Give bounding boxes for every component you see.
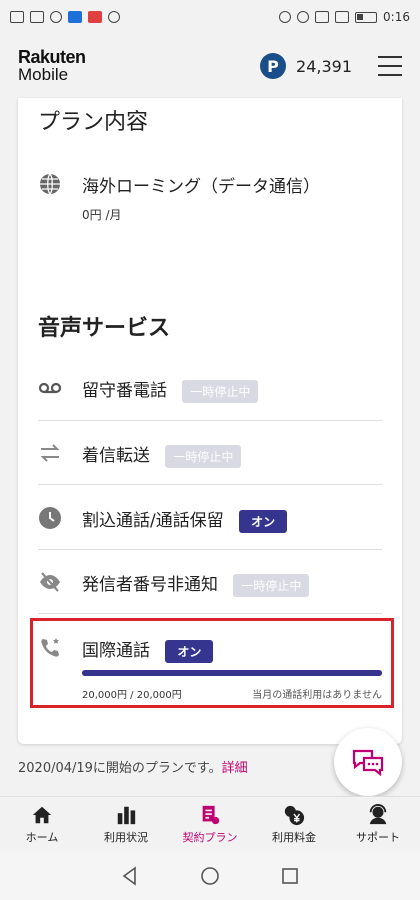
status-badge: 一時停止中: [233, 573, 310, 597]
divider: [38, 484, 382, 485]
usage-progress-fill: [82, 670, 382, 676]
plan-start-note: 2020/04/19に開始のプランです。詳細: [18, 761, 248, 776]
nav-contract-plan[interactable]: 契約プラン: [168, 797, 252, 852]
usage-progress-bar: [82, 670, 382, 676]
globe-icon: [40, 173, 60, 195]
hd-icon: [10, 11, 24, 23]
nav-charges[interactable]: 利用料金: [252, 797, 336, 852]
alarm-icon: [297, 11, 310, 23]
swap-arrows-icon: [40, 444, 60, 462]
status-bar: 0:16: [0, 0, 420, 34]
recents-icon[interactable]: [280, 866, 300, 886]
call-forwarding-label: 着信転送: [82, 446, 150, 466]
call-waiting-label: 割込通話/通話保留: [82, 511, 224, 531]
location-icon: [108, 11, 120, 23]
divider: [38, 420, 382, 421]
signal-icon: [30, 11, 44, 23]
usage-note: 当月の通話利用はありません: [252, 690, 382, 701]
nav-home[interactable]: ホーム: [0, 797, 84, 852]
wifi-icon: [50, 11, 62, 23]
eye-icon: [279, 11, 292, 23]
back-icon[interactable]: [120, 866, 140, 886]
eye-off-icon: [40, 572, 60, 592]
details-link[interactable]: 詳細: [222, 761, 248, 776]
chat-icon: [352, 749, 384, 777]
bottom-navigation: ホーム 利用状況 契約プラン 利用料金 サポート: [0, 796, 420, 852]
caller-id-label: 発信者番号非通知: [82, 575, 218, 595]
battery-icon: [355, 11, 378, 23]
system-navigation: [0, 852, 420, 900]
status-left-icons: [10, 11, 120, 23]
nav-support[interactable]: サポート: [336, 797, 420, 852]
rakuten-mobile-logo[interactable]: Rakuten Mobile: [18, 48, 86, 84]
usage-amount: 20,000円 / 20,000円: [82, 690, 182, 701]
roaming-price: 0円 /月: [82, 208, 122, 222]
huawei-icon: [88, 11, 102, 23]
clock-icon: [39, 507, 61, 529]
vibrate-icon: [335, 11, 350, 23]
voicemail-icon: [38, 382, 62, 394]
chat-button[interactable]: [334, 728, 402, 796]
home-icon: [32, 806, 52, 824]
voicemail-label: 留守番電話: [82, 381, 167, 401]
divider: [38, 613, 382, 614]
voice-section-title: 音声サービス: [38, 316, 171, 341]
bar-chart-icon: [117, 806, 136, 825]
international-call-label: 国際通話: [82, 641, 150, 661]
shield-icon: [68, 11, 82, 23]
points-icon: P: [260, 53, 287, 79]
hamburger-menu-button[interactable]: [378, 56, 402, 76]
bluetooth-icon: [315, 11, 330, 23]
nav-usage[interactable]: 利用状況: [84, 797, 168, 852]
status-badge: 一時停止中: [182, 379, 259, 403]
yen-icon: [284, 805, 305, 826]
roaming-label: 海外ローミング（データ通信）: [82, 177, 320, 197]
contract-icon: [202, 805, 220, 825]
status-badge: オン: [239, 509, 288, 533]
points-value: 24,391: [296, 56, 352, 76]
app-header: Rakuten Mobile P 24,391: [0, 34, 420, 98]
status-right-icons: 0:16: [279, 10, 410, 24]
points-display[interactable]: P 24,391: [260, 53, 352, 79]
plan-card: プラン内容 海外ローミング（データ通信） 0円 /月 音声サービス 留守番電話 …: [18, 98, 402, 744]
status-time: 0:16: [383, 10, 410, 24]
phone-star-icon: [41, 638, 59, 657]
home-nav-icon[interactable]: [200, 866, 220, 886]
status-badge: オン: [165, 639, 214, 663]
status-badge: 一時停止中: [165, 444, 242, 468]
plan-section-title: プラン内容: [38, 110, 149, 135]
support-icon: [369, 804, 387, 825]
divider: [38, 549, 382, 550]
